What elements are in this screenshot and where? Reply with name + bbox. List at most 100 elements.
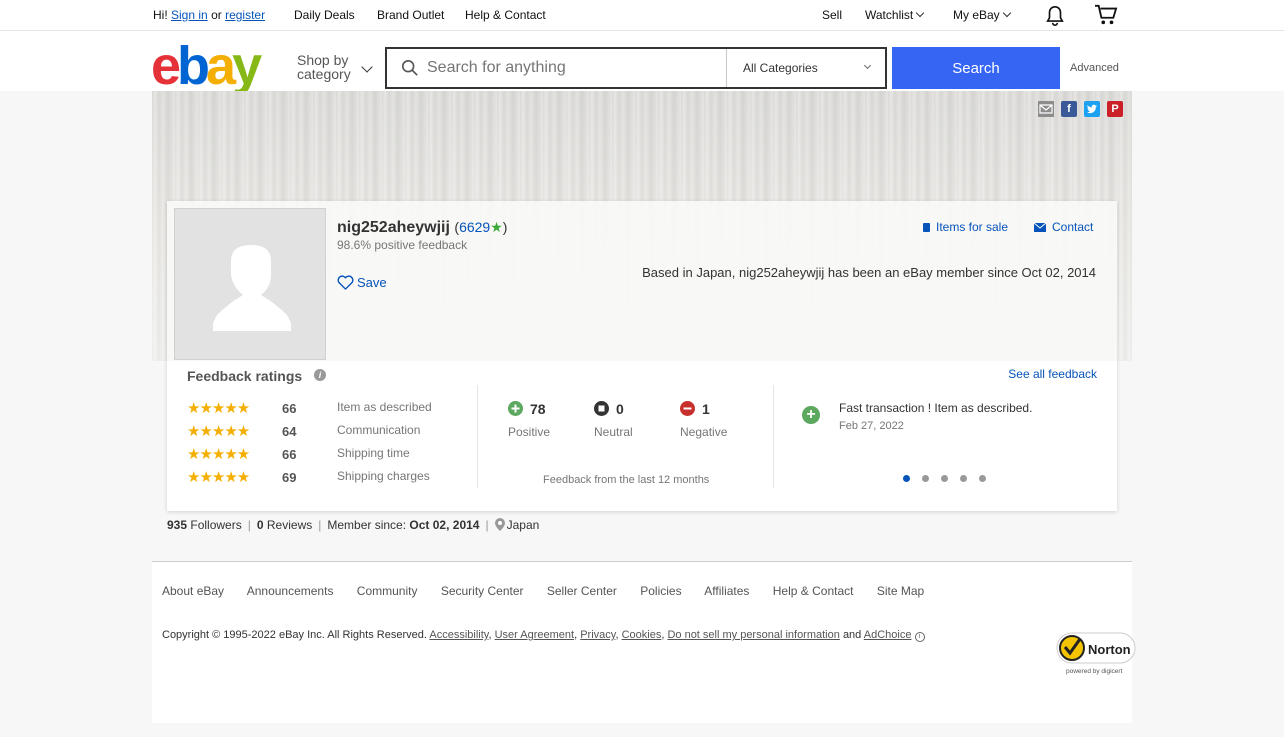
help-contact-link[interactable]: Help & Contact <box>465 8 546 22</box>
ebay-logo[interactable]: ebay <box>151 39 262 93</box>
category-select[interactable]: All Categories <box>726 49 887 87</box>
top-nav-bar: Hi! Sign in or register Daily Deals Bran… <box>0 0 1284 31</box>
divider <box>477 385 478 488</box>
footer-link[interactable]: Announcements <box>247 584 334 598</box>
adchoice-link[interactable]: AdChoice <box>864 629 912 641</box>
chevron-down-icon <box>1002 8 1011 18</box>
chevron-down-icon <box>915 8 925 18</box>
pinterest-share-icon[interactable]: P <box>1107 101 1123 117</box>
location-pin-icon <box>494 518 505 534</box>
feedback-ratings-title: Feedback ratings <box>187 368 303 384</box>
register-link[interactable]: register <box>225 8 265 22</box>
sell-link[interactable]: Sell <box>822 8 842 22</box>
norton-badge[interactable]: Norton powered by digicert <box>1056 632 1136 676</box>
search-icon <box>401 59 419 80</box>
neutral-label: Neutral <box>594 425 633 439</box>
notification-bell-icon[interactable] <box>1044 5 1066 30</box>
and-text: and <box>842 629 862 641</box>
carousel-dot[interactable] <box>941 475 948 482</box>
rating-label: Item as described <box>337 400 432 414</box>
footer-link[interactable]: About eBay <box>162 584 224 598</box>
positive-label: Positive <box>508 425 551 439</box>
rating-count: 64 <box>282 424 297 439</box>
category-label: category <box>297 66 351 82</box>
chevron-down-icon <box>361 61 373 73</box>
neutral-circle-icon <box>594 401 609 416</box>
search-input[interactable] <box>427 49 725 87</box>
legal-link[interactable]: Do not sell my personal information <box>667 629 839 641</box>
my-ebay-menu[interactable]: My eBay <box>953 8 1011 22</box>
member-location-text: Based in Japan, nig252aheywjij has been … <box>642 265 1096 280</box>
followers-count: 935 <box>167 518 188 532</box>
carousel-dot[interactable] <box>960 475 967 482</box>
footer-link[interactable]: Affiliates <box>704 584 749 598</box>
carousel-dot[interactable] <box>903 475 910 482</box>
save-seller-button[interactable]: Save <box>337 275 387 293</box>
copyright: Copyright © 1995-2022 eBay Inc. All Righ… <box>162 629 925 642</box>
profile-card: nig252aheywjij (6629★) 98.6% positive fe… <box>167 201 1117 511</box>
info-icon[interactable]: i <box>314 369 326 381</box>
rating-count: 69 <box>282 470 297 485</box>
footer-links: About eBay Announcements Community Secur… <box>162 584 944 598</box>
sign-in-link[interactable]: Sign in <box>171 8 208 22</box>
email-share-icon[interactable] <box>1038 101 1054 117</box>
footer-link[interactable]: Site Map <box>877 584 924 598</box>
star-icon: ★ <box>490 219 503 235</box>
search-button[interactable]: Search <box>892 47 1060 89</box>
location: Japan <box>506 518 540 532</box>
legal-link[interactable]: User Agreement <box>495 629 574 641</box>
carousel-dot[interactable] <box>922 475 929 482</box>
category-select-value: All Categories <box>743 61 818 75</box>
see-all-feedback-link[interactable]: See all feedback <box>1008 367 1097 381</box>
facebook-share-icon[interactable]: f <box>1061 101 1077 117</box>
my-ebay-label: My eBay <box>953 8 1000 22</box>
carousel-dot[interactable] <box>979 475 986 482</box>
legal-link[interactable]: Privacy <box>580 629 615 641</box>
items-for-sale-link[interactable]: Items for sale <box>923 220 1008 234</box>
legal-link[interactable]: Cookies <box>622 629 662 641</box>
feedback-score-link[interactable]: 6629 <box>459 219 490 235</box>
rating-label: Shipping charges <box>337 469 430 483</box>
negative-label: Negative <box>680 425 728 439</box>
adchoice-info-icon[interactable]: i <box>914 632 925 642</box>
rating-label: Shipping time <box>337 446 410 460</box>
reviews-label[interactable]: Reviews <box>267 518 312 532</box>
advanced-search-link[interactable]: Advanced <box>1070 62 1119 74</box>
member-since-label: Member since: <box>327 518 407 532</box>
footer-link[interactable]: Seller Center <box>547 584 617 598</box>
header: ebay Shop by category All Categories Sea… <box>0 31 1284 93</box>
bag-icon <box>923 223 930 232</box>
rating-row: ★★★★★ 69 Shipping charges <box>187 468 467 486</box>
avatar <box>174 208 326 360</box>
minus-circle-icon <box>680 401 695 416</box>
followers-label[interactable]: Followers <box>190 518 241 532</box>
footer-link[interactable]: Policies <box>640 584 681 598</box>
footer-link[interactable]: Security Center <box>441 584 524 598</box>
copyright-text: Copyright © 1995-2022 eBay Inc. All Righ… <box>162 629 427 641</box>
twitter-share-icon[interactable] <box>1084 101 1100 117</box>
legal-link[interactable]: Accessibility <box>429 629 488 641</box>
footer-link[interactable]: Community <box>357 584 418 598</box>
daily-deals-link[interactable]: Daily Deals <box>294 8 355 22</box>
rating-row: ★★★★★ 64 Communication <box>187 422 467 440</box>
rating-label: Communication <box>337 423 421 437</box>
footer: About eBay Announcements Community Secur… <box>152 561 1136 723</box>
positive-comment-icon: + <box>802 406 820 424</box>
watchlist-menu[interactable]: Watchlist <box>865 8 925 22</box>
feedback-comment: Fast transaction ! Item as described. <box>839 401 1033 415</box>
contact-link[interactable]: Contact <box>1033 220 1093 235</box>
divider <box>773 385 774 488</box>
cart-icon[interactable] <box>1094 4 1118 29</box>
shop-by-category-button[interactable]: Shop by category <box>297 53 351 81</box>
feedback-comment-date: Feb 27, 2022 <box>839 420 904 432</box>
five-stars-icon: ★★★★★ <box>187 400 250 417</box>
member-since-date: Oct 02, 2014 <box>409 518 480 532</box>
neutral-number: 0 <box>616 401 624 417</box>
items-for-sale-label: Items for sale <box>936 220 1009 234</box>
norton-text: Norton <box>1088 642 1131 657</box>
brand-outlet-link[interactable]: Brand Outlet <box>377 8 444 22</box>
plus-circle-icon <box>508 401 523 416</box>
rating-row: ★★★★★ 66 Item as described <box>187 399 467 417</box>
footer-link[interactable]: Help & Contact <box>773 584 854 598</box>
negative-number: 1 <box>702 401 710 417</box>
